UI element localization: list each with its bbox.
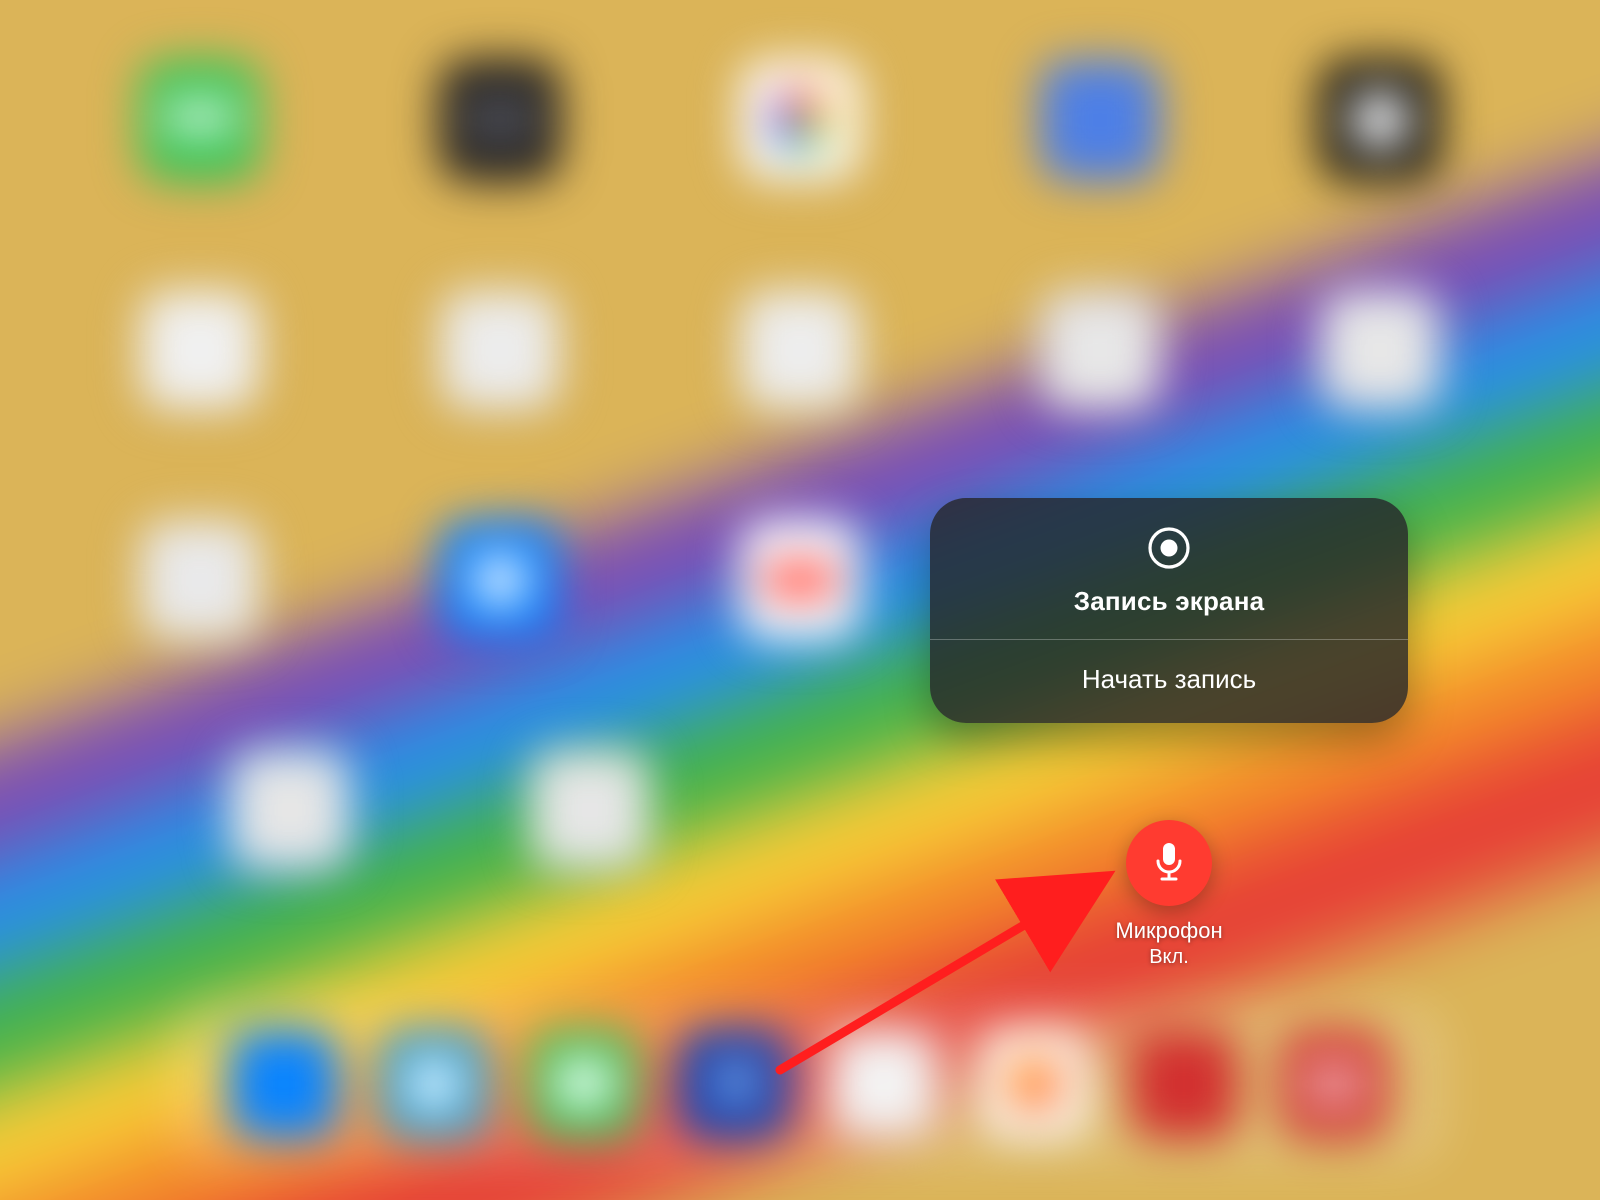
- app-icon: [1040, 60, 1160, 180]
- popup-title: Запись экрана: [1074, 586, 1265, 617]
- screen-root: Запись экрана Начать запись Микрофон Вкл…: [0, 0, 1600, 1200]
- microphone-icon: [1149, 839, 1189, 888]
- app-icon: [740, 520, 860, 640]
- app-icon: [740, 60, 860, 180]
- app-icon: [1320, 290, 1440, 410]
- app-icon: [140, 60, 260, 180]
- app-icon: [440, 520, 560, 640]
- app-icon: [140, 290, 260, 410]
- microphone-label: Микрофон: [1105, 918, 1233, 944]
- app-icon: [440, 60, 560, 180]
- microphone-state: Вкл.: [1105, 946, 1233, 969]
- record-icon: [1147, 526, 1191, 570]
- app-icon: [140, 520, 260, 640]
- app-icon: [440, 290, 560, 410]
- popup-header: Запись экрана: [930, 498, 1408, 639]
- dock-app-icon: [830, 1030, 938, 1138]
- app-icon: [230, 750, 350, 870]
- microphone-control: Микрофон Вкл.: [1105, 820, 1233, 969]
- app-icon: [1040, 290, 1160, 410]
- dock-app-icon: [1130, 1030, 1238, 1138]
- dock-tray: [170, 1000, 1450, 1168]
- dock-app-icon: [230, 1030, 338, 1138]
- start-recording-button[interactable]: Начать запись: [930, 640, 1408, 723]
- app-icon: [1320, 60, 1440, 180]
- dock-app-icon: [980, 1030, 1088, 1138]
- screen-recording-popup: Запись экрана Начать запись: [930, 498, 1408, 723]
- dock-app-icon: [680, 1030, 788, 1138]
- dock-app-icon: [380, 1030, 488, 1138]
- dock-app-icon: [1280, 1030, 1388, 1138]
- app-icon: [740, 290, 860, 410]
- microphone-toggle-button[interactable]: [1126, 820, 1212, 906]
- app-icon: [530, 750, 650, 870]
- dock-app-icon: [530, 1030, 638, 1138]
